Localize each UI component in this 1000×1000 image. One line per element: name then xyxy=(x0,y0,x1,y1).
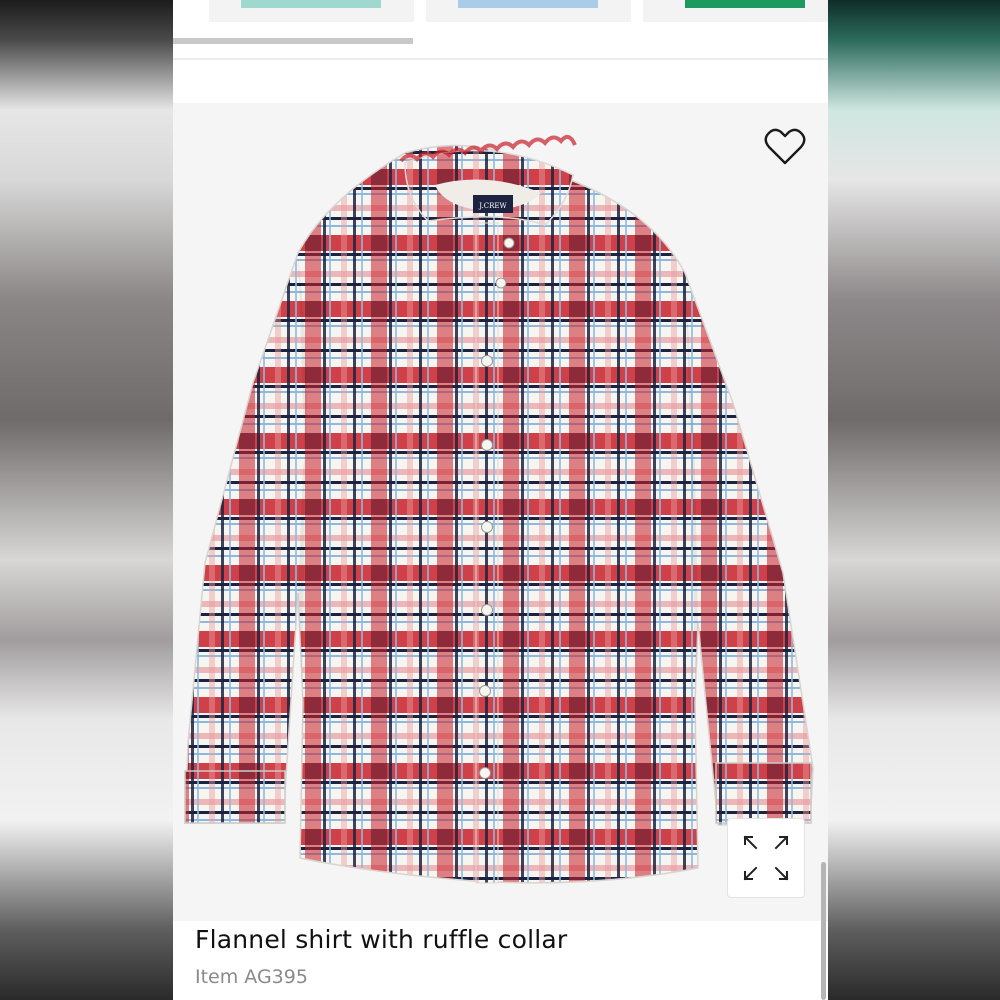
color-swatch-card[interactable] xyxy=(643,0,828,22)
color-carousel xyxy=(173,0,828,26)
right-cuff xyxy=(715,762,812,824)
heart-icon xyxy=(764,128,806,165)
product-title: Flannel shirt with ruffle collar xyxy=(195,925,568,954)
divider xyxy=(173,58,828,60)
color-swatch-card[interactable] xyxy=(426,0,631,22)
blurred-background-right xyxy=(828,0,1000,1000)
product-image[interactable]: J.CREW xyxy=(173,103,828,921)
screen: J.CREW Flannel shirt with ruffle collar … xyxy=(0,0,1000,1000)
blurred-background-left xyxy=(0,0,173,1000)
expand-icon xyxy=(743,835,789,881)
color-swatch-card[interactable] xyxy=(209,0,414,22)
item-number: Item AG395 xyxy=(195,966,308,988)
color-swatch[interactable] xyxy=(241,0,381,8)
left-cuff xyxy=(184,770,286,824)
brand-label-text: J.CREW xyxy=(478,202,507,210)
carousel-scrollbar[interactable] xyxy=(173,38,413,44)
zoom-button[interactable] xyxy=(727,818,805,898)
product-image-area: J.CREW xyxy=(173,103,828,921)
page-scrollbar[interactable] xyxy=(821,862,826,1000)
color-swatch[interactable] xyxy=(685,0,805,8)
product-page: J.CREW Flannel shirt with ruffle collar … xyxy=(173,0,828,1000)
button-placket xyxy=(475,222,499,884)
color-swatch[interactable] xyxy=(458,0,598,8)
wishlist-button[interactable] xyxy=(761,123,809,171)
